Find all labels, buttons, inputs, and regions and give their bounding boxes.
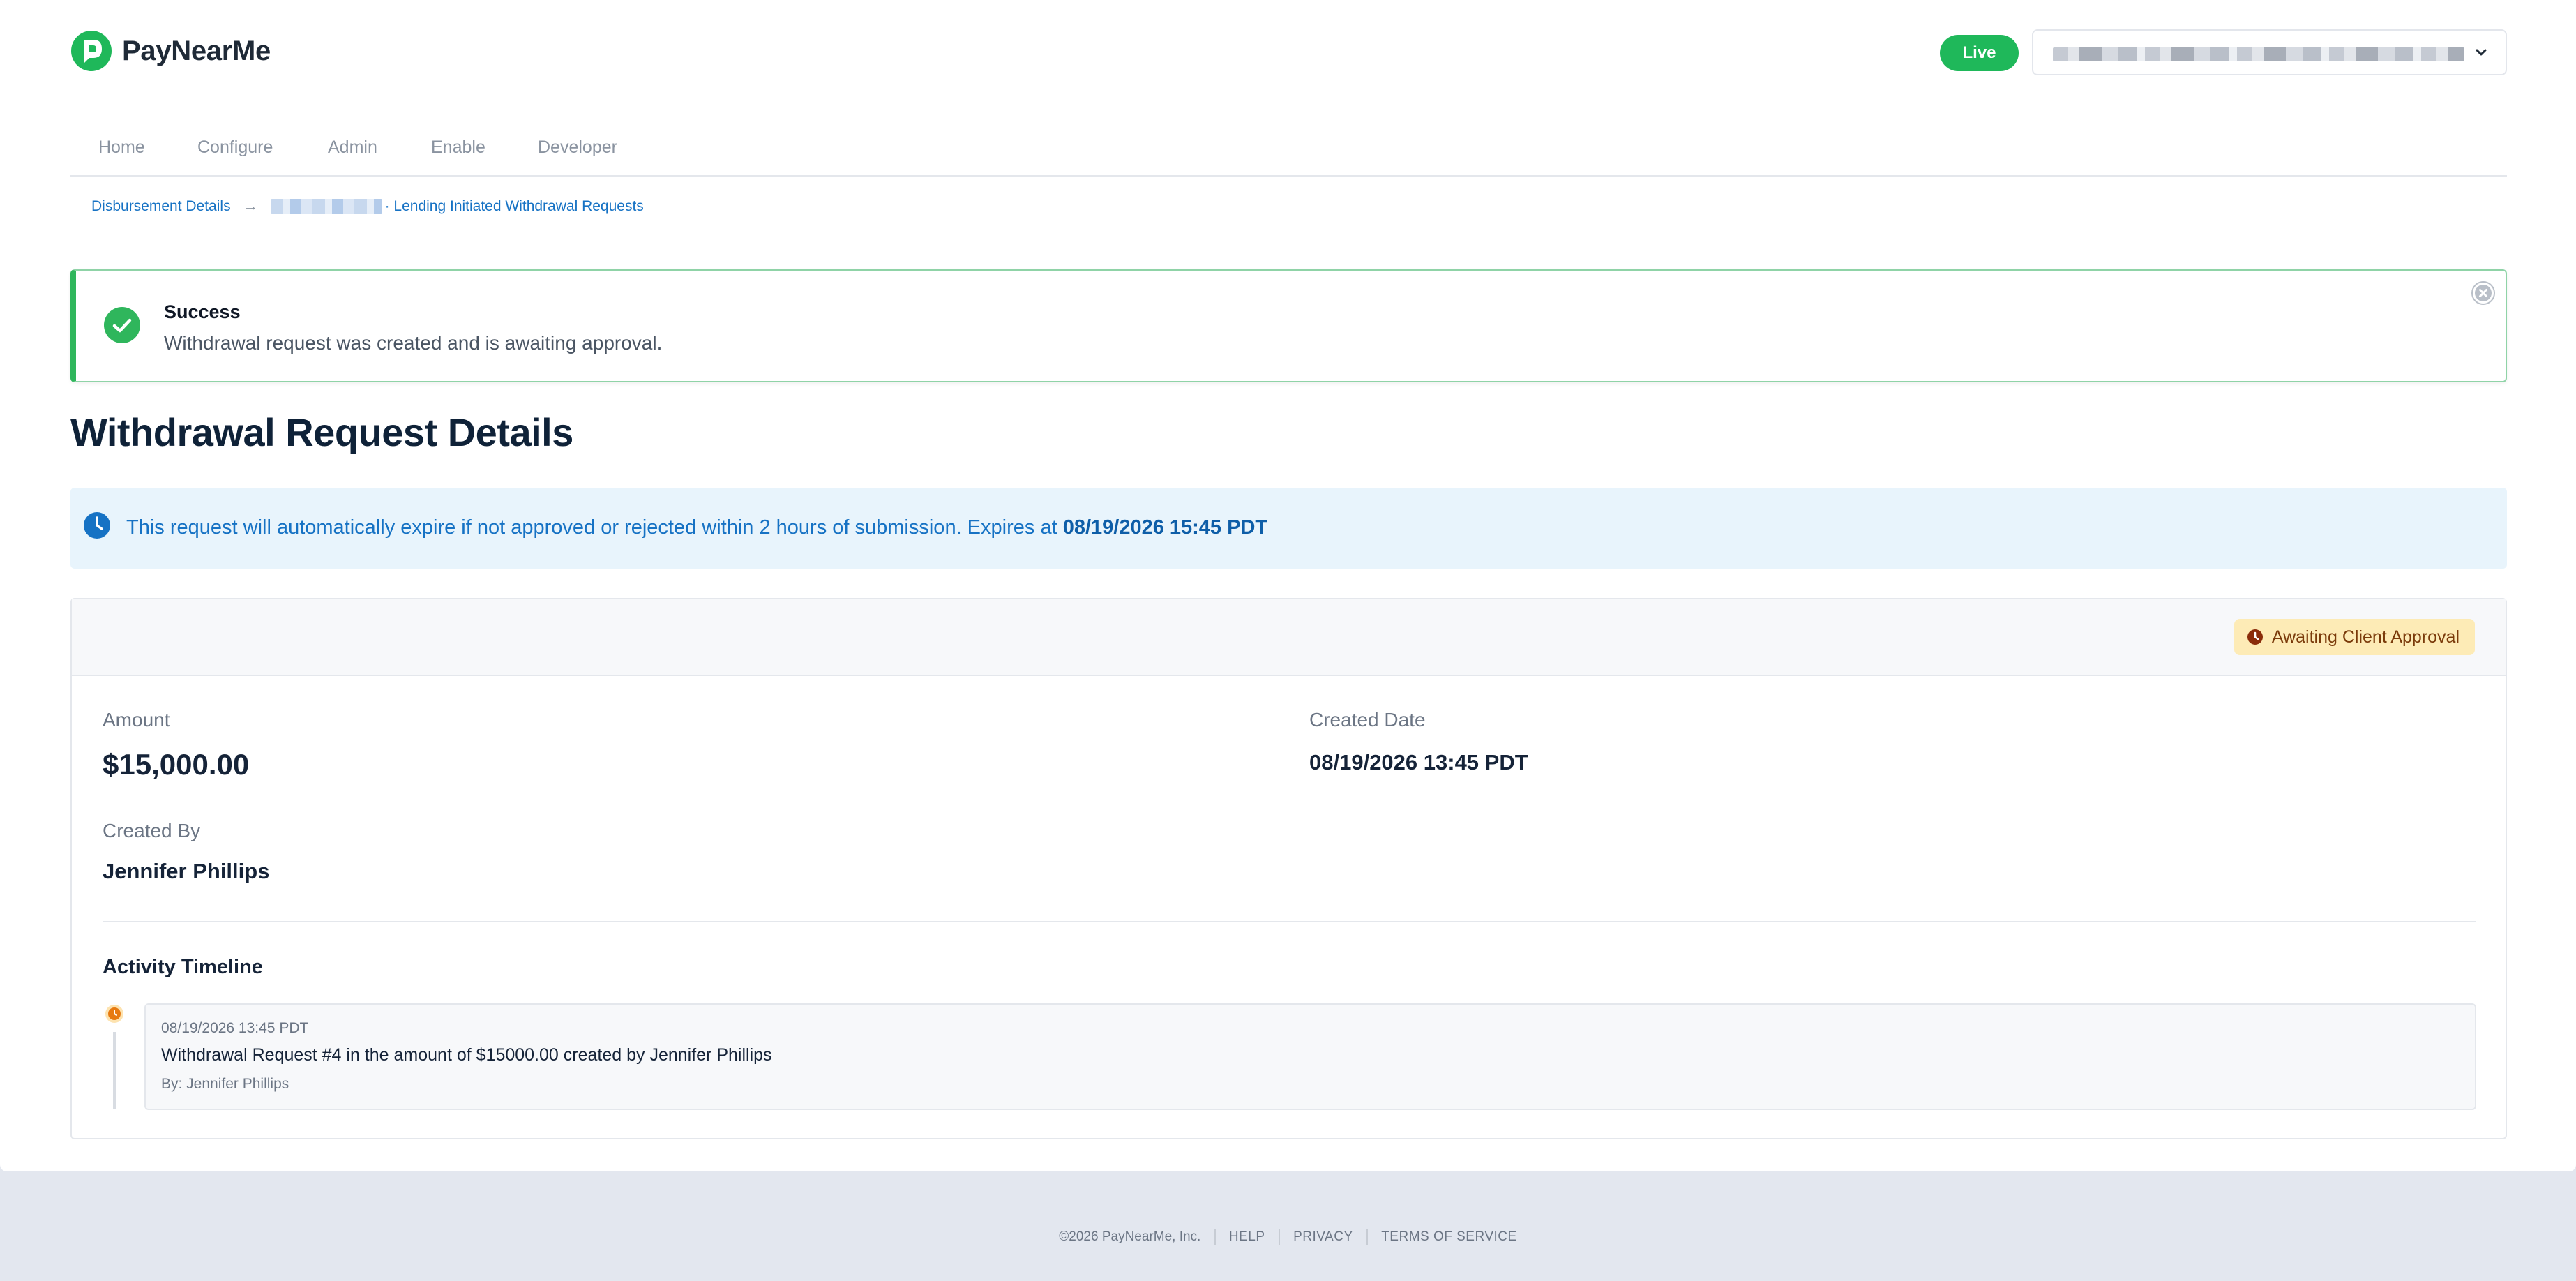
alert-message: Withdrawal request was created and is aw…: [164, 332, 663, 354]
expiry-timestamp: 08/19/2026 15:45 PDT: [1062, 516, 1268, 539]
timeline-entry-message: Withdrawal Request #4 in the amount of $…: [161, 1045, 772, 1065]
alert-title: Success: [164, 301, 241, 322]
paynearme-logo-icon: [71, 31, 112, 71]
expiry-info-banner: This request will automatically expire i…: [70, 488, 2507, 569]
status-badge: Awaiting Client Approval: [2234, 619, 2475, 655]
breadcrumb-disbursement-details[interactable]: Disbursement Details: [91, 198, 231, 215]
timeline-entry-date: 08/19/2026 13:45 PDT: [161, 1020, 309, 1036]
page-surface: PayNearMe Live Home Configure Admin Enab…: [0, 0, 2576, 1171]
breadcrumb-separator: →: [243, 198, 258, 214]
activity-timeline-title: Activity Timeline: [103, 956, 263, 978]
brand-name: PayNearMe: [122, 35, 271, 66]
timeline-entry: 08/19/2026 13:45 PDT Withdrawal Request …: [144, 1003, 2476, 1110]
nav-developer[interactable]: Developer: [538, 137, 617, 158]
created-date-value: 08/19/2026 13:45 PDT: [1309, 750, 1528, 774]
environment-badge[interactable]: Live: [1940, 35, 2019, 71]
footer-separator: [1278, 1229, 1280, 1245]
expiry-info-text: This request will automatically expire i…: [126, 516, 1267, 539]
withdrawal-details-card: Awaiting Client Approval Amount $15,000.…: [70, 598, 2507, 1139]
clock-icon: [84, 512, 110, 539]
footer-copyright: ©2026 PayNearMe, Inc.: [1059, 1229, 1201, 1245]
section-divider: [103, 921, 2476, 922]
nav-admin[interactable]: Admin: [328, 137, 377, 158]
page-title: Withdrawal Request Details: [70, 410, 573, 454]
timeline-entry-author: By: Jennifer Phillips: [161, 1076, 289, 1092]
timeline-connector: [113, 1032, 116, 1109]
card-header: Awaiting Client Approval: [72, 599, 2506, 676]
created-date-label: Created Date: [1309, 709, 1426, 731]
footer-help-link[interactable]: HELP: [1229, 1229, 1265, 1244]
created-by-value: Jennifer Phillips: [103, 859, 270, 883]
top-header: PayNearMe Live: [70, 28, 2507, 77]
page-footer: ©2026 PayNearMe, Inc. HELP PRIVACY TERMS…: [0, 1229, 2576, 1245]
check-circle-icon: [104, 307, 140, 343]
main-nav: Home Configure Admin Enable Developer: [70, 136, 2507, 177]
footer-privacy-link[interactable]: PRIVACY: [1293, 1229, 1353, 1244]
footer-separator: [1214, 1229, 1216, 1245]
timeline-clock-icon: [105, 1005, 123, 1023]
amount-label: Amount: [103, 709, 170, 731]
account-name-obscured: [2053, 47, 2464, 61]
brand-logo[interactable]: PayNearMe: [70, 30, 271, 72]
footer-terms-link[interactable]: TERMS OF SERVICE: [1381, 1229, 1517, 1244]
created-by-label: Created By: [103, 820, 201, 841]
clock-icon: [2247, 629, 2263, 645]
breadcrumb-obscured-name[interactable]: [270, 199, 382, 214]
nav-enable[interactable]: Enable: [431, 137, 485, 158]
footer-separator: [1366, 1229, 1368, 1245]
expiry-message: This request will automatically expire i…: [126, 516, 1063, 539]
account-selector[interactable]: [2032, 29, 2507, 75]
status-text: Awaiting Client Approval: [2271, 627, 2460, 647]
breadcrumb-withdrawal-requests[interactable]: · Lending Initiated Withdrawal Requests: [385, 198, 644, 215]
close-icon[interactable]: [2471, 280, 2496, 306]
amount-value: $15,000.00: [103, 748, 250, 781]
nav-configure[interactable]: Configure: [197, 137, 273, 158]
success-alert: Success Withdrawal request was created a…: [70, 269, 2507, 382]
nav-home[interactable]: Home: [98, 137, 145, 158]
chevron-down-icon: [2476, 49, 2487, 56]
breadcrumb: Disbursement Details → · Lending Initiat…: [91, 198, 644, 215]
